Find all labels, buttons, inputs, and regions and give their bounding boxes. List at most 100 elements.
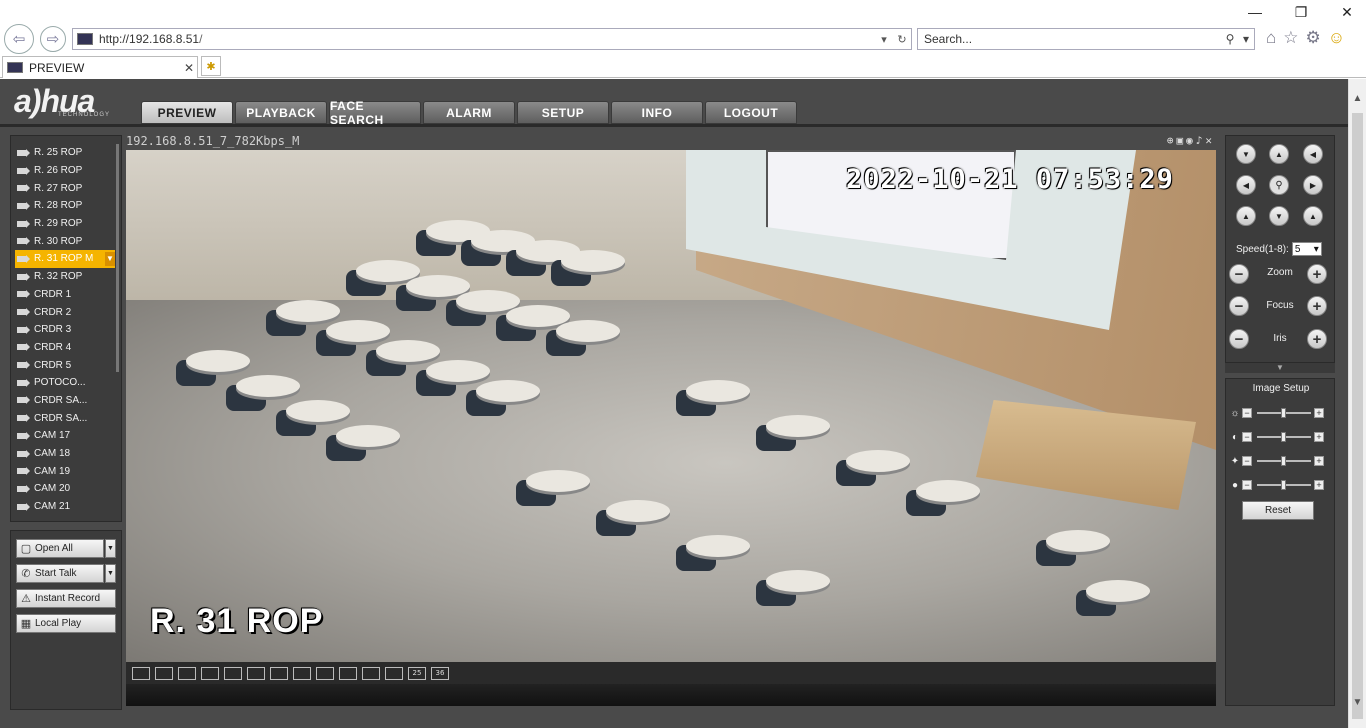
focus-plus-button[interactable]: + <box>1307 296 1327 316</box>
instant-record-button[interactable]: ⚠ Instant Record <box>16 589 116 608</box>
channel-item[interactable]: CAM 21 <box>11 498 115 516</box>
brightness-plus-button[interactable]: + <box>1314 408 1324 418</box>
channel-item[interactable]: R. 25 ROP <box>11 144 115 162</box>
layout-button-icon[interactable] <box>178 666 196 680</box>
tab-info[interactable]: INFO <box>611 101 703 124</box>
saturation-slider-knob[interactable] <box>1281 456 1286 466</box>
tab-preview[interactable]: PREVIEW <box>141 101 233 124</box>
url-text[interactable]: http://192.168.8.51/ <box>99 32 875 46</box>
open-all-dropdown[interactable]: ▼ <box>105 539 116 558</box>
channel-scrollbar[interactable] <box>116 144 119 372</box>
local-play-button[interactable]: ▦ Local Play <box>16 614 116 633</box>
start-talk-button[interactable]: ✆ Start Talk <box>16 564 104 583</box>
layout-button-icon[interactable] <box>201 666 219 680</box>
channel-item[interactable]: CAM 19 <box>11 462 115 480</box>
contrast-minus-button[interactable]: − <box>1242 432 1252 442</box>
layout-button-icon[interactable] <box>270 666 288 680</box>
scroll-down-icon[interactable]: ▼ <box>1349 697 1366 714</box>
layout-button-icon[interactable] <box>224 666 242 680</box>
search-input[interactable]: Search... <box>924 32 1222 46</box>
hue-slider-knob[interactable] <box>1281 480 1286 490</box>
channel-item[interactable]: R. 28 ROP <box>11 197 115 215</box>
tab-setup[interactable]: SETUP <box>517 101 609 124</box>
search-icon[interactable]: ⚲ <box>1222 32 1238 46</box>
channel-item[interactable]: R. 27 ROP <box>11 179 115 197</box>
tab-alarm[interactable]: ALARM <box>423 101 515 124</box>
contrast-plus-button[interactable]: + <box>1314 432 1324 442</box>
speed-select[interactable]: 5 ▾ <box>1291 242 1322 256</box>
refresh-icon[interactable]: ↻ <box>893 33 911 46</box>
layout-button-icon[interactable] <box>293 666 311 680</box>
search-box[interactable]: Search... ⚲ ▾ <box>917 28 1255 50</box>
saturation-minus-button[interactable]: − <box>1242 456 1252 466</box>
ptz-collapse-toggle[interactable]: ▼ <box>1225 363 1335 373</box>
ptz-up-icon[interactable]: ▲ <box>1269 144 1289 164</box>
layout-button-icon[interactable] <box>132 666 150 680</box>
brightness-slider-knob[interactable] <box>1281 408 1286 418</box>
ptz-left-icon[interactable]: ◀ <box>1236 175 1256 195</box>
reset-button[interactable]: Reset <box>1242 501 1314 520</box>
channel-item[interactable]: CRDR SA... <box>11 392 115 410</box>
layout-button-icon[interactable] <box>339 666 357 680</box>
ptz-down-icon[interactable]: ▼ <box>1269 206 1289 226</box>
channel-item[interactable]: R. 30 ROP <box>11 232 115 250</box>
channel-item[interactable]: CAM 20 <box>11 480 115 498</box>
digital-zoom-icon[interactable]: ⊕ <box>1167 134 1174 147</box>
live-video[interactable]: 2022-10-21 07:53:29 R. 31 ROP <box>126 150 1216 662</box>
search-dropdown-icon[interactable]: ▾ <box>1238 32 1254 46</box>
channel-item[interactable]: R. 32 ROP <box>11 268 115 286</box>
channel-item[interactable]: CRDR SA... <box>11 409 115 427</box>
channel-stream-dropdown-icon[interactable]: ▼ <box>105 251 115 266</box>
start-talk-dropdown[interactable]: ▼ <box>105 564 116 583</box>
channel-item[interactable]: CRDR 1 <box>11 286 115 304</box>
scroll-up-icon[interactable]: ▲ <box>1349 93 1366 110</box>
record-icon[interactable]: ▣ <box>1177 134 1184 147</box>
page-scrollbar[interactable]: ▲ ▼ <box>1348 79 1366 728</box>
channel-item[interactable]: CAM 17 <box>11 427 115 445</box>
focus-minus-button[interactable]: − <box>1229 296 1249 316</box>
back-button[interactable]: ⇦ <box>4 24 34 54</box>
audio-icon[interactable]: ♪ <box>1196 134 1203 147</box>
saturation-plus-button[interactable]: + <box>1314 456 1324 466</box>
snapshot-camera-icon[interactable]: ◉ <box>1186 134 1193 147</box>
brightness-slider[interactable] <box>1257 408 1311 418</box>
tab-playback[interactable]: PLAYBACK <box>235 101 327 124</box>
ptz-up-right-icon[interactable]: ◀ <box>1303 144 1323 164</box>
restore-icon[interactable]: ❐ <box>1292 4 1310 21</box>
ptz-center-icon[interactable]: ⚲ <box>1269 175 1289 195</box>
hue-slider[interactable] <box>1257 480 1311 490</box>
tab-close-icon[interactable]: ✕ <box>181 61 197 75</box>
layout-button-icon[interactable]: 36 <box>431 666 449 680</box>
minimize-icon[interactable]: — <box>1246 4 1264 21</box>
layout-button-icon[interactable] <box>247 666 265 680</box>
channel-item[interactable]: R. 29 ROP <box>11 215 115 233</box>
new-tab-button[interactable]: ✱ <box>201 56 221 76</box>
tab-logout[interactable]: LOGOUT <box>705 101 797 124</box>
zoom-minus-button[interactable]: − <box>1229 264 1249 284</box>
channel-item[interactable]: CRDR 2 <box>11 303 115 321</box>
layout-button-icon[interactable]: 25 <box>408 666 426 680</box>
channel-item[interactable]: POTOCO... <box>11 374 115 392</box>
hue-minus-button[interactable]: − <box>1242 480 1252 490</box>
settings-gear-icon[interactable]: ⚙ <box>1306 28 1321 48</box>
layout-button-icon[interactable] <box>155 666 173 680</box>
brightness-minus-button[interactable]: − <box>1242 408 1252 418</box>
ptz-down-right-icon[interactable]: ▲ <box>1303 206 1323 226</box>
forward-button[interactable]: ⇨ <box>40 26 66 52</box>
ptz-down-left-icon[interactable]: ▲ <box>1236 206 1256 226</box>
saturation-slider[interactable] <box>1257 456 1311 466</box>
close-video-icon[interactable]: ✕ <box>1205 134 1212 147</box>
iris-plus-button[interactable]: + <box>1307 329 1327 349</box>
address-bar[interactable]: http://192.168.8.51/ ▾ ↻ <box>72 28 912 50</box>
home-icon[interactable]: ⌂ <box>1266 28 1276 48</box>
layout-button-icon[interactable] <box>316 666 334 680</box>
layout-button-icon[interactable] <box>362 666 380 680</box>
tab-face-search[interactable]: FACE SEARCH <box>329 99 421 127</box>
layout-button-icon[interactable] <box>385 666 403 680</box>
contrast-slider[interactable] <box>1257 432 1311 442</box>
channel-item[interactable]: CRDR 4 <box>11 339 115 357</box>
ptz-right-icon[interactable]: ▶ <box>1303 175 1323 195</box>
scrollbar-thumb[interactable] <box>1352 113 1363 719</box>
open-all-button[interactable]: ▢ Open All <box>16 539 104 558</box>
channel-item[interactable]: R. 26 ROP <box>11 162 115 180</box>
